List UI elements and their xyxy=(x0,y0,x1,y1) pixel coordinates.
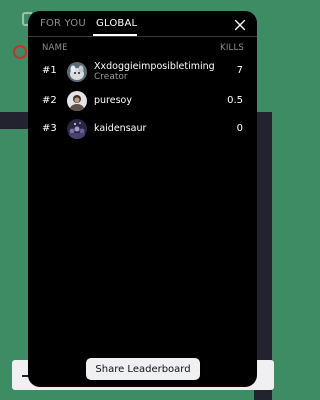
avatar-person-icon xyxy=(67,91,87,111)
kills-value: 0.5 xyxy=(227,95,243,106)
leaderboard-row[interactable]: #1 Xxdoggieimposibletiming Creator 7 xyxy=(28,60,257,84)
kills-value: 0 xyxy=(236,123,243,134)
leaderboard-tabs: FOR YOU GLOBAL xyxy=(28,11,257,37)
player-name: puresoy xyxy=(94,95,132,106)
share-leaderboard-button[interactable]: Share Leaderboard xyxy=(86,358,200,380)
tab-for-you[interactable]: FOR YOU xyxy=(40,18,86,29)
tab-global[interactable]: GLOBAL xyxy=(96,18,137,29)
column-header-kills: KILLS xyxy=(220,43,244,53)
avatar-crowd-icon xyxy=(67,119,87,139)
rank-label: #2 xyxy=(42,95,57,106)
player-name: Xxdoggieimposibletiming xyxy=(94,61,215,72)
tabs-divider xyxy=(28,36,257,37)
player-name: kaidensaur xyxy=(94,123,147,134)
rank-label: #1 xyxy=(42,65,57,76)
red-ring-icon xyxy=(13,45,27,59)
kills-value: 7 xyxy=(236,65,243,76)
leaderboard-row[interactable]: #3 kaidensaur 0 xyxy=(28,117,257,141)
leaderboard-modal: FOR YOU GLOBAL NAME KILLS #1 Xxdoggieimp… xyxy=(28,11,257,387)
rank-label: #3 xyxy=(42,123,57,134)
close-icon xyxy=(234,19,246,31)
column-header-name: NAME xyxy=(42,43,68,53)
leaderboard-row[interactable]: #2 puresoy 0.5 xyxy=(28,89,257,113)
player-role: Creator xyxy=(94,72,128,82)
close-button[interactable] xyxy=(233,17,247,31)
avatar-dog-icon xyxy=(67,62,87,82)
